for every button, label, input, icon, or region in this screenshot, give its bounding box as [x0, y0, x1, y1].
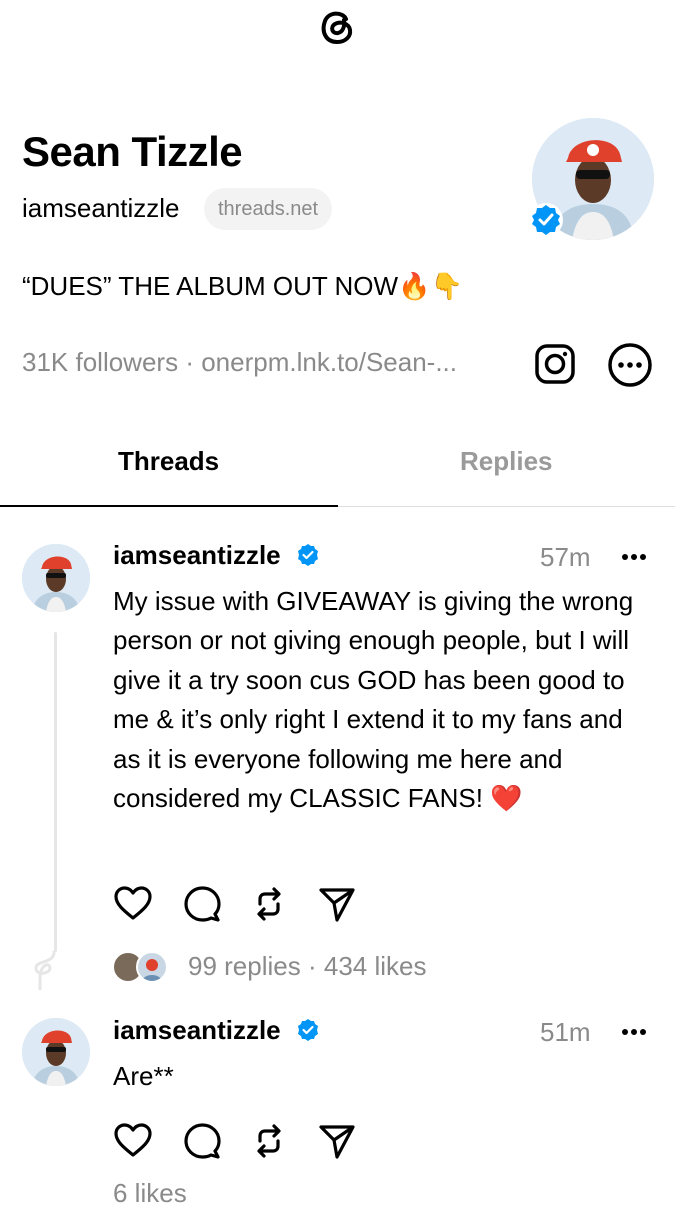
followers-count[interactable]: 31K followers: [22, 347, 178, 377]
repost-icon[interactable]: [249, 1121, 289, 1161]
tab-replies[interactable]: Replies: [460, 446, 553, 477]
post-text: My issue with GIVEAWAY is giving the wro…: [113, 586, 634, 814]
replies-count[interactable]: 99 replies: [188, 951, 301, 981]
post-more-icon[interactable]: [621, 1028, 647, 1036]
share-send-icon[interactable]: [317, 884, 357, 924]
post-more-icon[interactable]: [621, 553, 647, 561]
like-heart-icon[interactable]: [113, 884, 153, 924]
post-avatar[interactable]: [22, 544, 90, 612]
post-username[interactable]: iamseantizzle: [113, 540, 281, 571]
comment-icon[interactable]: [182, 884, 222, 924]
profile-bio: “DUES” THE ALBUM OUT NOW🔥👇: [22, 271, 463, 301]
tab-threads[interactable]: Threads: [118, 446, 219, 477]
post-text: Are**: [113, 1061, 174, 1091]
more-options-icon[interactable]: [607, 342, 653, 388]
verified-badge-icon: [298, 544, 318, 566]
threads-logo-icon[interactable]: [316, 6, 358, 48]
post-username[interactable]: iamseantizzle: [113, 1015, 281, 1046]
thread-loop-icon: [34, 950, 56, 990]
active-tab-indicator: [0, 505, 338, 507]
post-timestamp: 57m: [540, 542, 591, 572]
stats-separator: ·: [307, 951, 324, 981]
repost-icon[interactable]: [249, 884, 289, 924]
comment-icon[interactable]: [182, 1121, 222, 1161]
share-send-icon[interactable]: [317, 1121, 357, 1161]
likes-count[interactable]: 434 likes: [324, 951, 427, 981]
post-stats: 99 replies · 434 likes: [188, 951, 426, 982]
verified-badge-icon: [529, 203, 563, 237]
profile-name: Sean Tizzle: [22, 128, 243, 175]
post-timestamp: 51m: [540, 1017, 591, 1047]
thread-connector-line: [54, 632, 57, 952]
verified-badge-icon: [298, 1019, 318, 1041]
likes-count[interactable]: 6 likes: [113, 1178, 187, 1209]
profile-handle: iamseantizzle: [22, 193, 180, 223]
like-heart-icon[interactable]: [113, 1121, 153, 1161]
post-avatar[interactable]: [22, 1018, 90, 1086]
instagram-icon[interactable]: [533, 342, 577, 386]
profile-link[interactable]: onerpm.lnk.to/Sean-...: [201, 347, 457, 377]
tab-divider: [338, 506, 675, 507]
meta-separator: ·: [185, 347, 202, 377]
replier-avatar: [136, 951, 168, 983]
profile-meta: 31K followers · onerpm.lnk.to/Sean-...: [22, 347, 457, 378]
domain-pill[interactable]: threads.net: [204, 188, 333, 230]
